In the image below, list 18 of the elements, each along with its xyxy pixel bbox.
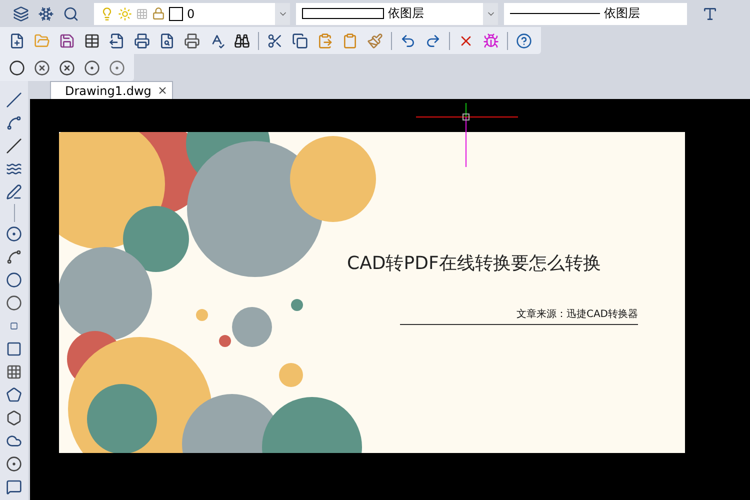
- color-dropdown[interactable]: 依图层: [296, 2, 498, 24]
- close-icon[interactable]: [157, 85, 168, 96]
- linetype-dropdown[interactable]: 依图层: [504, 2, 687, 24]
- lightbulb-icon: [100, 6, 114, 20]
- grid-icon: [136, 8, 148, 20]
- drawing-title: CAD转PDF在线转换要怎么转换: [347, 252, 601, 275]
- circle-shape: [196, 309, 208, 321]
- circle-shape: [291, 299, 303, 311]
- circle-shape: [279, 363, 303, 387]
- linetype-value: 依图层: [604, 5, 640, 22]
- source-caption: 文章来源：迅捷CAD转换器: [400, 307, 638, 325]
- sun-icon: [118, 6, 132, 20]
- color-swatch: [169, 6, 183, 20]
- layer-name: 0: [187, 6, 196, 20]
- lock-icon: [152, 7, 165, 20]
- layer-dropdown[interactable]: 0: [94, 2, 290, 24]
- color-value: 依图层: [388, 5, 425, 22]
- file-tab[interactable]: Drawing1.dwg: [50, 81, 174, 99]
